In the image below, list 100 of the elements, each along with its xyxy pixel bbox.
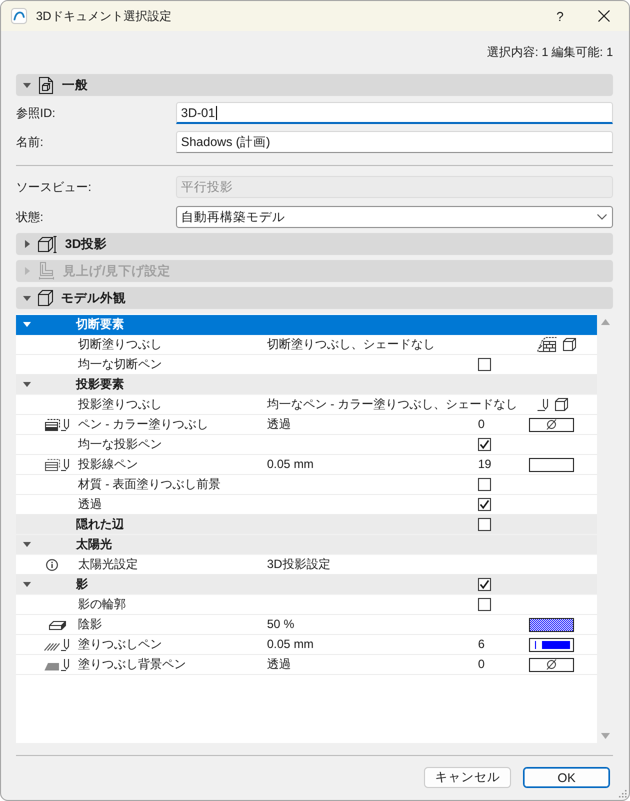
- text-field[interactable]: 3D-01: [176, 102, 613, 124]
- checkbox[interactable]: [478, 478, 491, 491]
- checkbox[interactable]: [478, 358, 491, 371]
- help-button[interactable]: ?: [538, 1, 582, 31]
- disclosure-triangle-icon[interactable]: [23, 382, 31, 387]
- checkbox[interactable]: [478, 598, 491, 611]
- group-row[interactable]: 影: [16, 575, 597, 595]
- section-header[interactable]: モデル外観: [16, 287, 613, 309]
- group-label: 投影要素: [76, 376, 124, 393]
- field-label: ソースビュー:: [16, 178, 92, 196]
- color-swatch-icon[interactable]: [529, 638, 574, 652]
- disclosure-triangle-icon[interactable]: [23, 322, 31, 327]
- checkbox[interactable]: [478, 518, 491, 531]
- group-row[interactable]: 切断要素: [16, 315, 597, 335]
- property-label: 塗りつぶしペン: [77, 636, 162, 653]
- text-field[interactable]: Shadows (計画): [176, 131, 613, 153]
- text-cursor-icon: [216, 106, 218, 120]
- color-swatch-icon[interactable]: [529, 618, 574, 632]
- dialog-button[interactable]: キャンセル: [424, 767, 511, 788]
- property-label: 材質 - 表面塗りつぶし前景: [77, 476, 221, 493]
- property-row[interactable]: 材質 - 表面塗りつぶし前景: [16, 475, 597, 495]
- property-value: 均一なペン - カラー塗りつぶし、シェードなし: [267, 396, 518, 413]
- property-value: 50 %: [267, 616, 294, 633]
- color-swatch-icon[interactable]: [529, 458, 574, 472]
- disclosure-triangle-icon[interactable]: [23, 296, 31, 300]
- property-value: 切断塗りつぶし、シェードなし: [267, 336, 435, 353]
- group-label: 切断要素: [76, 316, 124, 333]
- color-swatch-icon[interactable]: [529, 658, 574, 672]
- cube-icon: [563, 338, 576, 351]
- hatch-pen-icon: [44, 638, 70, 652]
- property-label: 切断塗りつぶし: [77, 336, 162, 353]
- section-title: 見上げ/見下げ設定: [63, 262, 170, 280]
- section-title: 一般: [62, 76, 88, 94]
- group-row[interactable]: 隠れた辺: [16, 515, 597, 535]
- section-header[interactable]: 3D投影: [16, 233, 613, 255]
- property-row[interactable]: 均一な切断ペン: [16, 355, 597, 375]
- cube-icon: [555, 398, 568, 411]
- property-label: 透過: [77, 496, 102, 513]
- field-label: 状態:: [16, 208, 44, 226]
- pen-icon: [537, 398, 549, 412]
- property-label: 投影塗りつぶし: [77, 396, 162, 413]
- group-label: 太陽光: [76, 536, 112, 553]
- property-label: 太陽光設定: [77, 556, 138, 573]
- field-label: 参照ID:: [16, 104, 56, 122]
- l-shape-icon: [38, 262, 55, 280]
- pen-number: 0: [478, 656, 485, 673]
- property-row[interactable]: 塗りつぶし背景ペン 透過 0: [16, 655, 597, 675]
- property-row[interactable]: 均一な投影ペン: [16, 435, 597, 455]
- info-icon: [46, 558, 58, 570]
- pen-number: 19: [478, 456, 492, 473]
- pen-number: 0: [478, 416, 485, 433]
- property-row[interactable]: 投影塗りつぶし 均一なペン - カラー塗りつぶし、シェードなし: [16, 395, 597, 415]
- checkbox[interactable]: [478, 498, 491, 511]
- pen-number: 6: [478, 636, 485, 653]
- background-fill-pen-icon: [44, 658, 70, 672]
- group-label: 影: [76, 576, 88, 593]
- dropdown[interactable]: 自動再構築モデル: [176, 206, 613, 228]
- group-label: 隠れた辺: [76, 516, 124, 533]
- field-label: 名前:: [16, 134, 44, 150]
- disclosure-triangle-icon[interactable]: [23, 82, 31, 88]
- disclosure-triangle-icon[interactable]: [23, 542, 31, 547]
- shaded-block-icon: [48, 618, 66, 630]
- property-value: 透過: [267, 416, 291, 433]
- property-row[interactable]: 塗りつぶしペン 0.05 mm 6: [16, 635, 597, 655]
- readonly-field: 平行投影: [176, 176, 613, 198]
- brick-fill-icon: [537, 337, 557, 352]
- property-value: 0.05 mm: [267, 636, 314, 653]
- section-title: モデル外観: [61, 290, 126, 306]
- resize-grip-icon[interactable]: [619, 790, 627, 798]
- group-row[interactable]: 投影要素: [16, 375, 597, 395]
- section-title: 3D投影: [65, 236, 107, 252]
- property-label: 影の輪郭: [77, 596, 126, 613]
- checkbox[interactable]: [478, 578, 491, 591]
- window-title: 3Dドキュメント選択設定: [36, 8, 172, 24]
- group-row[interactable]: 太陽光: [16, 535, 597, 555]
- section-header[interactable]: 一般: [16, 74, 613, 96]
- selection-info: 選択内容: 1 編集可能: 1: [486, 44, 613, 60]
- property-value: 0.05 mm: [267, 456, 314, 473]
- property-row[interactable]: 影の輪郭: [16, 595, 597, 615]
- property-value: 透過: [267, 656, 291, 673]
- property-row[interactable]: 陰影 50 %: [16, 615, 597, 635]
- line-pen-icon: [44, 458, 70, 472]
- fill-pen-icon: [44, 418, 70, 432]
- property-label: 塗りつぶし背景ペン: [77, 656, 186, 673]
- property-row[interactable]: 太陽光設定 3D投影設定: [16, 555, 597, 575]
- cube-icon: [38, 290, 53, 306]
- cube-dimension-icon: [38, 236, 57, 252]
- default-button[interactable]: OK: [523, 767, 610, 788]
- property-label: 均一な投影ペン: [77, 436, 162, 453]
- chevron-down-icon: [597, 214, 607, 220]
- disclosure-triangle-icon[interactable]: [23, 582, 31, 587]
- property-row[interactable]: 切断塗りつぶし 切断塗りつぶし、シェードなし: [16, 335, 597, 355]
- document-cube-icon: [38, 76, 54, 94]
- checkbox[interactable]: [478, 438, 491, 451]
- property-row[interactable]: 投影線ペン 0.05 mm 19: [16, 455, 597, 475]
- property-row[interactable]: ペン - カラー塗りつぶし 透過 0: [16, 415, 597, 435]
- disclosure-triangle-icon[interactable]: [24, 240, 30, 248]
- property-row[interactable]: 透過: [16, 495, 597, 515]
- app-logo-icon: [11, 8, 27, 24]
- color-swatch-icon[interactable]: [529, 418, 574, 432]
